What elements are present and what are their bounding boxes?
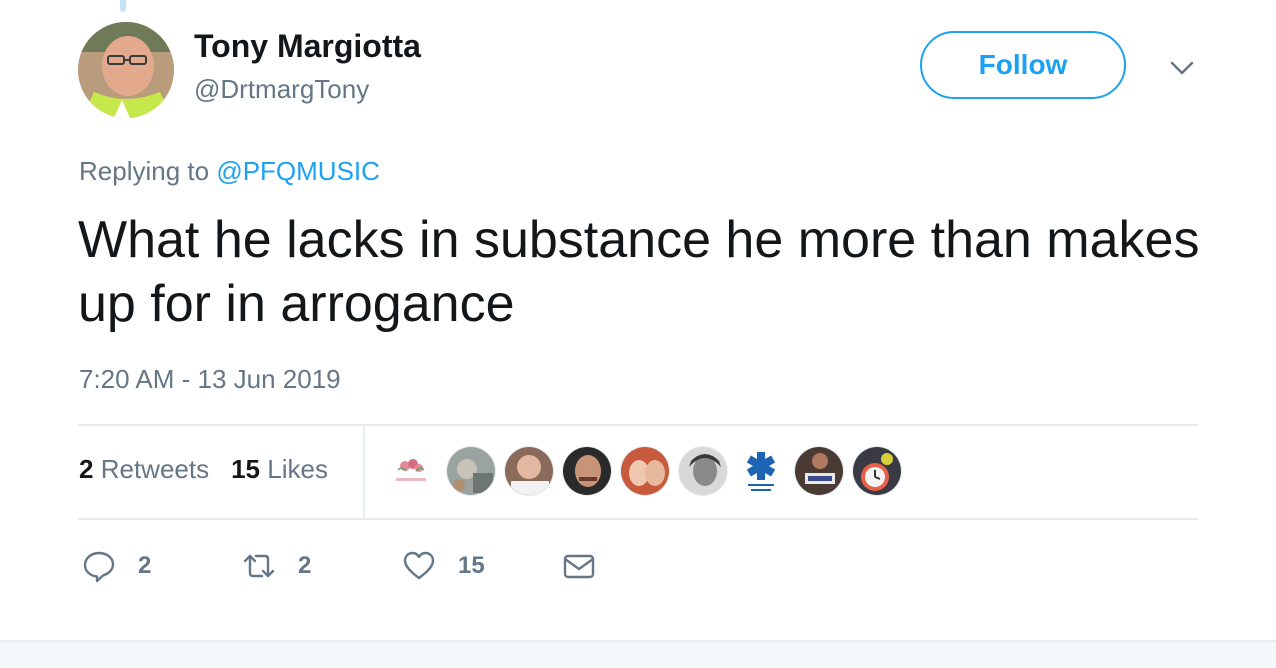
retweet-count: 2 [298,552,312,579]
profile-photo-icon [505,447,553,495]
heart-icon [403,551,435,580]
profile-photo-icon [78,22,174,118]
liker-avatar-1[interactable] [386,446,436,496]
likes-count: 15 [231,454,261,484]
display-name[interactable]: Tony Margiotta [194,28,421,65]
like-count: 15 [458,552,485,579]
thread-connector [120,0,126,12]
retweet-icon [243,554,275,578]
reply-icon [83,551,115,583]
likes-stat[interactable]: 15 Likes [231,454,328,484]
divider [78,518,1198,520]
user-handle[interactable]: @DrtmargTony [194,74,369,105]
alarm-clock-icon [853,447,901,495]
profile-photo-icon [447,447,495,495]
chevron-down-icon [1170,61,1194,75]
reply-mention-link[interactable]: @PFQMUSIC [216,156,380,186]
liker-avatar-9[interactable] [852,446,902,496]
envelope-icon [563,554,595,579]
footer-band [0,640,1276,668]
divider [78,424,1198,426]
retweets-label: Retweets [100,454,210,484]
tweet-text: What he lacks in substance he more than … [78,211,1200,333]
stats-divider [363,426,365,518]
follow-button[interactable]: Follow [920,31,1126,99]
liker-avatar-6[interactable] [678,446,728,496]
profile-photo-icon [621,447,669,495]
retweet-button[interactable]: 2 [242,544,311,588]
tweet-timestamp[interactable]: 7:20 AM - 13 Jun 2019 [79,364,341,395]
nurses-logo-icon [795,447,843,495]
tweet-stats: 2 Retweets 15 Likes [79,454,328,485]
rose-logo-icon [396,459,426,481]
liker-avatar-4[interactable] [562,446,612,496]
like-button[interactable]: 15 [402,544,485,588]
reply-count: 2 [138,552,152,579]
retweets-count: 2 [79,454,94,484]
profile-photo-icon [563,447,611,495]
profile-photo-icon [679,447,727,495]
star-of-life-icon [746,452,776,491]
avatar[interactable] [78,22,174,118]
liker-avatar-2[interactable] [446,446,496,496]
tweet-detail: Tony Margiotta @DrtmargTony Follow Reply… [0,0,1276,668]
liker-avatar-7[interactable] [736,446,786,496]
liker-avatar-8[interactable] [794,446,844,496]
tweet-menu-button[interactable] [1168,56,1196,80]
liker-avatar-3[interactable] [504,446,554,496]
retweets-stat[interactable]: 2 Retweets [79,454,209,484]
direct-message-button[interactable] [562,544,596,588]
replying-prefix: Replying to [79,156,210,186]
reply-button[interactable]: 2 [82,544,151,588]
replying-to: Replying to @PFQMUSIC [79,156,380,187]
likes-label: Likes [267,454,328,484]
liker-avatar-5[interactable] [620,446,670,496]
